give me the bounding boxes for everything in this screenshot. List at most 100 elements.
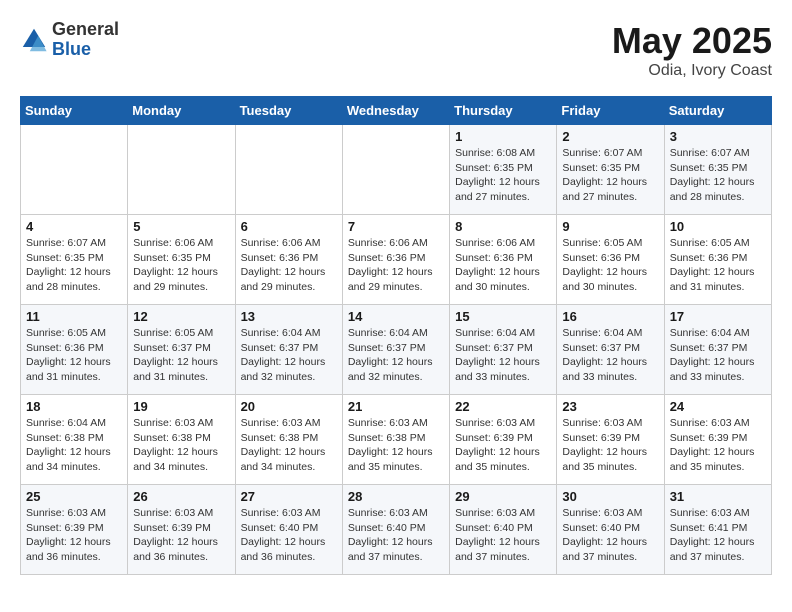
day-number: 7	[348, 219, 444, 234]
day-cell: 24 Sunrise: 6:03 AM Sunset: 6:39 PM Dayli…	[664, 395, 771, 485]
header-cell-friday: Friday	[557, 97, 664, 125]
day-info: Sunrise: 6:03 AM Sunset: 6:41 PM Dayligh…	[670, 506, 766, 565]
day-cell: 7Sunrise: 6:06 AM Sunset: 6:36 PM Daylig…	[342, 215, 449, 305]
day-number: 6	[241, 219, 337, 234]
day-info: Sunrise: 6:03 AM Sunset: 6:39 PM Dayligh…	[670, 416, 766, 475]
day-cell: 28 Sunrise: 6:03 AM Sunset: 6:40 PM Dayli…	[342, 485, 449, 575]
page-header: General Blue May 2025 Odia, Ivory Coast	[20, 20, 772, 80]
day-cell: 29 Sunrise: 6:03 AM Sunset: 6:40 PM Dayli…	[450, 485, 557, 575]
day-cell: 15 Sunrise: 6:04 AM Sunset: 6:37 PM Dayli…	[450, 305, 557, 395]
day-number: 14	[348, 309, 444, 324]
day-cell: 12 Sunrise: 6:05 AM Sunset: 6:37 PM Dayli…	[128, 305, 235, 395]
day-info: Sunrise: 6:07 AM Sunset: 6:35 PM Dayligh…	[670, 146, 766, 205]
header-cell-saturday: Saturday	[664, 97, 771, 125]
day-cell: 14 Sunrise: 6:04 AM Sunset: 6:37 PM Dayli…	[342, 305, 449, 395]
day-info: Sunrise: 6:04 AM Sunset: 6:37 PM Dayligh…	[455, 326, 551, 385]
day-cell: 22 Sunrise: 6:03 AM Sunset: 6:39 PM Dayli…	[450, 395, 557, 485]
day-number: 5	[133, 219, 229, 234]
day-info: Sunrise: 6:03 AM Sunset: 6:39 PM Dayligh…	[133, 506, 229, 565]
day-info: Sunrise: 6:04 AM Sunset: 6:37 PM Dayligh…	[562, 326, 658, 385]
day-cell: 10 Sunrise: 6:05 AM Sunset: 6:36 PM Dayli…	[664, 215, 771, 305]
day-cell: 3 Sunrise: 6:07 AM Sunset: 6:35 PM Daylig…	[664, 125, 771, 215]
day-number: 3	[670, 129, 766, 144]
day-number: 8	[455, 219, 551, 234]
day-info: Sunrise: 6:03 AM Sunset: 6:40 PM Dayligh…	[562, 506, 658, 565]
day-cell: 25Sunrise: 6:03 AM Sunset: 6:39 PM Dayli…	[21, 485, 128, 575]
day-info: Sunrise: 6:03 AM Sunset: 6:40 PM Dayligh…	[348, 506, 444, 565]
day-number: 13	[241, 309, 337, 324]
day-number: 12	[133, 309, 229, 324]
day-number: 27	[241, 489, 337, 504]
day-info: Sunrise: 6:07 AM Sunset: 6:35 PM Dayligh…	[562, 146, 658, 205]
day-cell: 19 Sunrise: 6:03 AM Sunset: 6:38 PM Dayli…	[128, 395, 235, 485]
calendar-header: SundayMondayTuesdayWednesdayThursdayFrid…	[21, 97, 772, 125]
day-number: 24	[670, 399, 766, 414]
day-number: 26	[133, 489, 229, 504]
day-cell	[342, 125, 449, 215]
day-info: Sunrise: 6:03 AM Sunset: 6:38 PM Dayligh…	[348, 416, 444, 475]
logo-icon	[20, 26, 48, 54]
day-number: 15	[455, 309, 551, 324]
day-number: 28	[348, 489, 444, 504]
day-cell: 4Sunrise: 6:07 AM Sunset: 6:35 PM Daylig…	[21, 215, 128, 305]
day-cell: 31 Sunrise: 6:03 AM Sunset: 6:41 PM Dayli…	[664, 485, 771, 575]
day-info: Sunrise: 6:03 AM Sunset: 6:39 PM Dayligh…	[455, 416, 551, 475]
day-cell: 6 Sunrise: 6:06 AM Sunset: 6:36 PM Daylig…	[235, 215, 342, 305]
day-cell: 9 Sunrise: 6:05 AM Sunset: 6:36 PM Daylig…	[557, 215, 664, 305]
calendar-title: May 2025	[612, 20, 772, 62]
day-info: Sunrise: 6:06 AM Sunset: 6:36 PM Dayligh…	[241, 236, 337, 295]
header-cell-thursday: Thursday	[450, 97, 557, 125]
day-number: 25	[26, 489, 122, 504]
logo: General Blue	[20, 20, 119, 60]
day-cell: 23 Sunrise: 6:03 AM Sunset: 6:39 PM Dayli…	[557, 395, 664, 485]
day-info: Sunrise: 6:05 AM Sunset: 6:37 PM Dayligh…	[133, 326, 229, 385]
day-cell: 18Sunrise: 6:04 AM Sunset: 6:38 PM Dayli…	[21, 395, 128, 485]
day-info: Sunrise: 6:04 AM Sunset: 6:37 PM Dayligh…	[241, 326, 337, 385]
day-number: 23	[562, 399, 658, 414]
day-number: 20	[241, 399, 337, 414]
day-info: Sunrise: 6:03 AM Sunset: 6:38 PM Dayligh…	[241, 416, 337, 475]
day-info: Sunrise: 6:04 AM Sunset: 6:37 PM Dayligh…	[348, 326, 444, 385]
day-number: 1	[455, 129, 551, 144]
week-row-4: 18Sunrise: 6:04 AM Sunset: 6:38 PM Dayli…	[21, 395, 772, 485]
day-info: Sunrise: 6:03 AM Sunset: 6:39 PM Dayligh…	[562, 416, 658, 475]
day-info: Sunrise: 6:05 AM Sunset: 6:36 PM Dayligh…	[26, 326, 122, 385]
header-row: SundayMondayTuesdayWednesdayThursdayFrid…	[21, 97, 772, 125]
week-row-5: 25 Sunrise: 6:03 AM Sunset: 6:39 PM Dayli…	[21, 485, 772, 575]
day-number: 30	[562, 489, 658, 504]
header-cell-monday: Monday	[128, 97, 235, 125]
week-row-2: 4Sunrise: 6:07 AM Sunset: 6:35 PM Daylig…	[21, 215, 772, 305]
day-cell: 8 Sunrise: 6:06 AM Sunset: 6:36 PM Daylig…	[450, 215, 557, 305]
day-cell: 2Sunrise: 6:07 AM Sunset: 6:35 PM Daylig…	[557, 125, 664, 215]
day-number: 31	[670, 489, 766, 504]
day-info: Sunrise: 6:05 AM Sunset: 6:36 PM Dayligh…	[670, 236, 766, 295]
calendar-table: SundayMondayTuesdayWednesdayThursdayFrid…	[20, 96, 772, 575]
day-cell: 21Sunrise: 6:03 AM Sunset: 6:38 PM Dayli…	[342, 395, 449, 485]
logo-general: General	[52, 19, 119, 39]
day-info: Sunrise: 6:03 AM Sunset: 6:38 PM Dayligh…	[133, 416, 229, 475]
calendar-body: 1 Sunrise: 6:08 AM Sunset: 6:35 PM Daylig…	[21, 125, 772, 575]
day-info: Sunrise: 6:05 AM Sunset: 6:36 PM Dayligh…	[562, 236, 658, 295]
day-info: Sunrise: 6:08 AM Sunset: 6:35 PM Dayligh…	[455, 146, 551, 205]
day-cell: 27Sunrise: 6:03 AM Sunset: 6:40 PM Dayli…	[235, 485, 342, 575]
logo-text: General Blue	[52, 20, 119, 60]
calendar-subtitle: Odia, Ivory Coast	[612, 62, 772, 80]
day-number: 10	[670, 219, 766, 234]
day-cell	[21, 125, 128, 215]
day-number: 19	[133, 399, 229, 414]
day-cell: 26 Sunrise: 6:03 AM Sunset: 6:39 PM Dayli…	[128, 485, 235, 575]
day-number: 29	[455, 489, 551, 504]
day-cell	[128, 125, 235, 215]
day-number: 4	[26, 219, 122, 234]
title-block: May 2025 Odia, Ivory Coast	[612, 20, 772, 80]
header-cell-wednesday: Wednesday	[342, 97, 449, 125]
day-info: Sunrise: 6:04 AM Sunset: 6:37 PM Dayligh…	[670, 326, 766, 385]
day-number: 9	[562, 219, 658, 234]
day-cell: 17Sunrise: 6:04 AM Sunset: 6:37 PM Dayli…	[664, 305, 771, 395]
week-row-1: 1 Sunrise: 6:08 AM Sunset: 6:35 PM Daylig…	[21, 125, 772, 215]
day-cell: 20 Sunrise: 6:03 AM Sunset: 6:38 PM Dayli…	[235, 395, 342, 485]
day-number: 22	[455, 399, 551, 414]
day-info: Sunrise: 6:03 AM Sunset: 6:40 PM Dayligh…	[455, 506, 551, 565]
day-info: Sunrise: 6:06 AM Sunset: 6:36 PM Dayligh…	[455, 236, 551, 295]
day-number: 18	[26, 399, 122, 414]
